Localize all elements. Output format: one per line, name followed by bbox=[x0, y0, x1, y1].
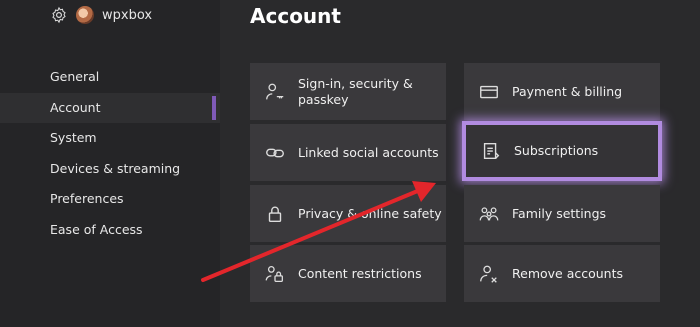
sidebar-item-system[interactable]: System bbox=[0, 123, 220, 154]
tile-payment-billing[interactable]: Payment & billing bbox=[464, 63, 660, 120]
sidebar-item-label: Preferences bbox=[50, 191, 124, 206]
tile-label: Sign-in, security & passkey bbox=[298, 75, 413, 107]
tile-content-restrictions[interactable]: Content restrictions bbox=[250, 245, 446, 302]
sidebar-item-label: Ease of Access bbox=[50, 221, 143, 237]
sidebar-item-label: General bbox=[50, 69, 100, 84]
profile-header: wpxbox bbox=[50, 6, 152, 24]
sidebar-item-label: Account bbox=[50, 99, 101, 115]
sidebar-item-general[interactable]: General bbox=[0, 62, 220, 93]
sidebar-item-label: System bbox=[50, 130, 97, 145]
family-icon bbox=[479, 206, 499, 220]
tile-family-settings[interactable]: Family settings bbox=[464, 185, 660, 242]
username: wpxbox bbox=[102, 7, 153, 23]
tile-subscriptions[interactable]: Subscriptions bbox=[462, 121, 662, 181]
remove-person-icon bbox=[480, 265, 497, 283]
tile-label: Subscriptions bbox=[514, 143, 599, 158]
people-lock-icon bbox=[265, 265, 283, 282]
sidebar-item-label: Devices & streaming bbox=[50, 160, 181, 176]
subscriptions-icon bbox=[483, 142, 500, 160]
tile-label: Privacy & online safety bbox=[298, 205, 442, 221]
tile-label: Linked social accounts bbox=[298, 144, 439, 160]
sidebar-item-ease-of-access[interactable]: Ease of Access bbox=[0, 215, 220, 246]
tile-label: Content restrictions bbox=[298, 265, 422, 281]
page-title: Account bbox=[250, 4, 341, 28]
sidebar-item-devices-streaming[interactable]: Devices & streaming bbox=[0, 154, 220, 185]
tile-privacy-online-safety[interactable]: Privacy & online safety bbox=[250, 185, 446, 242]
sidebar: wpxbox General Account System Devices & … bbox=[0, 0, 220, 327]
avatar[interactable] bbox=[76, 6, 94, 24]
gear-icon[interactable] bbox=[50, 6, 68, 24]
tile-remove-accounts[interactable]: Remove accounts bbox=[464, 245, 660, 302]
person-key-icon bbox=[266, 83, 284, 99]
lock-icon bbox=[268, 206, 282, 222]
credit-card-icon bbox=[480, 85, 498, 98]
tile-label: Remove accounts bbox=[512, 265, 624, 281]
tile-sign-in-security[interactable]: Sign-in, security & passkey bbox=[250, 63, 446, 120]
tile-label: Family settings bbox=[512, 205, 607, 221]
tile-linked-social-accounts[interactable]: Linked social accounts bbox=[250, 124, 446, 181]
settings-nav: General Account System Devices & streami… bbox=[0, 62, 220, 245]
tile-label: Payment & billing bbox=[512, 83, 623, 99]
link-icon bbox=[266, 148, 284, 157]
sidebar-item-account[interactable]: Account bbox=[0, 92, 220, 123]
sidebar-item-preferences[interactable]: Preferences bbox=[0, 184, 220, 215]
